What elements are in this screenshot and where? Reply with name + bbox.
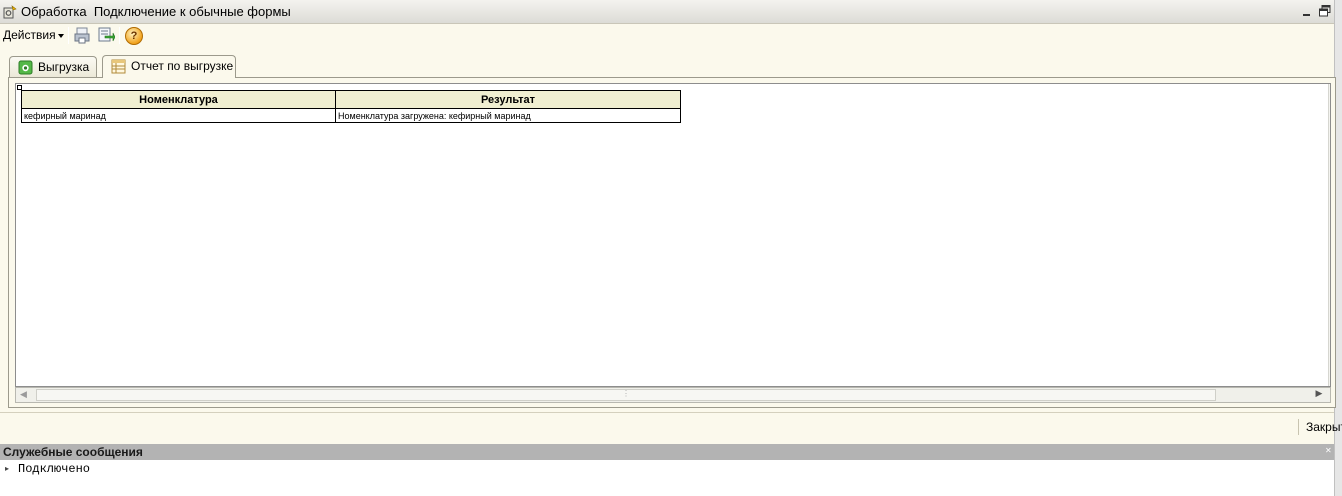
minimize-icon	[1303, 14, 1310, 16]
command-bar-divider	[0, 412, 1334, 413]
tab-export[interactable]: Выгрузка	[9, 56, 97, 77]
scroll-down-icon[interactable]: ▼	[1329, 372, 1330, 382]
tab-report[interactable]: Отчет по выгрузке	[102, 55, 236, 78]
processing-gear-icon	[3, 5, 17, 19]
table-cell-result[interactable]: Номенклатура загружена: кефирный маринад	[335, 108, 681, 123]
pin-icon[interactable]: ✕	[1325, 446, 1332, 455]
command-bar-separator	[1298, 419, 1299, 435]
spreadsheet-document[interactable]: Номенклатура Результат кефирный маринад …	[15, 83, 1331, 387]
export-icon	[98, 27, 116, 42]
vertical-scrollbar[interactable]: ▲ ▼	[1328, 84, 1330, 386]
print-icon	[74, 27, 90, 44]
minimize-button[interactable]	[1300, 4, 1314, 18]
toolbar-separator	[68, 27, 69, 44]
table-row: кефирный маринад Номенклатура загружена:…	[21, 108, 681, 123]
scroll-up-icon[interactable]: ▲	[1329, 88, 1330, 98]
scrollbar-grip-icon: ⋮	[622, 389, 630, 398]
tab-report-label: Отчет по выгрузке	[131, 59, 234, 73]
messages-panel-title: Служебные сообщения	[3, 445, 143, 459]
actions-menu-button[interactable]: Действия	[3, 27, 64, 44]
scroll-left-icon[interactable]: ◀	[20, 389, 32, 401]
window-title-prefix: Обработка	[21, 4, 87, 19]
toolbar: Действия ?	[0, 24, 1334, 47]
column-header-result[interactable]: Результат	[335, 90, 681, 109]
horizontal-scrollbar[interactable]: ◀ ⋮ ▶	[15, 387, 1331, 403]
table-cell-nomenclature[interactable]: кефирный маринад	[21, 108, 336, 123]
print-button[interactable]	[74, 27, 92, 44]
restore-icon	[1319, 5, 1331, 17]
tab-export-label: Выгрузка	[38, 60, 90, 74]
export-green-icon	[18, 60, 34, 75]
toolbar-separator	[119, 27, 120, 44]
export-button[interactable]	[97, 27, 116, 44]
window-title-name: Подключение к обычные формы	[93, 4, 291, 19]
column-header-nomenclature[interactable]: Номенклатура	[21, 90, 336, 109]
scroll-right-icon[interactable]: ▶	[1312, 388, 1326, 402]
chevron-down-icon	[57, 33, 64, 38]
messages-panel-header: Служебные сообщения ✕	[0, 444, 1334, 460]
table-header-row: Номенклатура Результат	[21, 90, 681, 109]
window-title-bar[interactable]: Обработка Подключение к обычные формы	[0, 0, 1342, 24]
help-button[interactable]: ?	[125, 27, 143, 45]
help-icon: ?	[130, 30, 138, 42]
report-table: Номенклатура Результат кефирный маринад …	[21, 90, 681, 123]
message-item[interactable]: Подключено	[18, 462, 90, 476]
messages-panel-body: ▸ Подключено	[0, 460, 1334, 496]
report-grid-icon	[111, 59, 127, 74]
message-marker-icon: ▸	[5, 464, 10, 473]
actions-menu-label: Действия	[3, 28, 56, 42]
restore-button[interactable]	[1318, 4, 1332, 18]
window-title: Обработка Подключение к обычные формы	[21, 4, 291, 19]
tab-panel: Номенклатура Результат кефирный маринад …	[8, 77, 1336, 408]
close-button[interactable]: Закрыть	[1306, 420, 1342, 434]
